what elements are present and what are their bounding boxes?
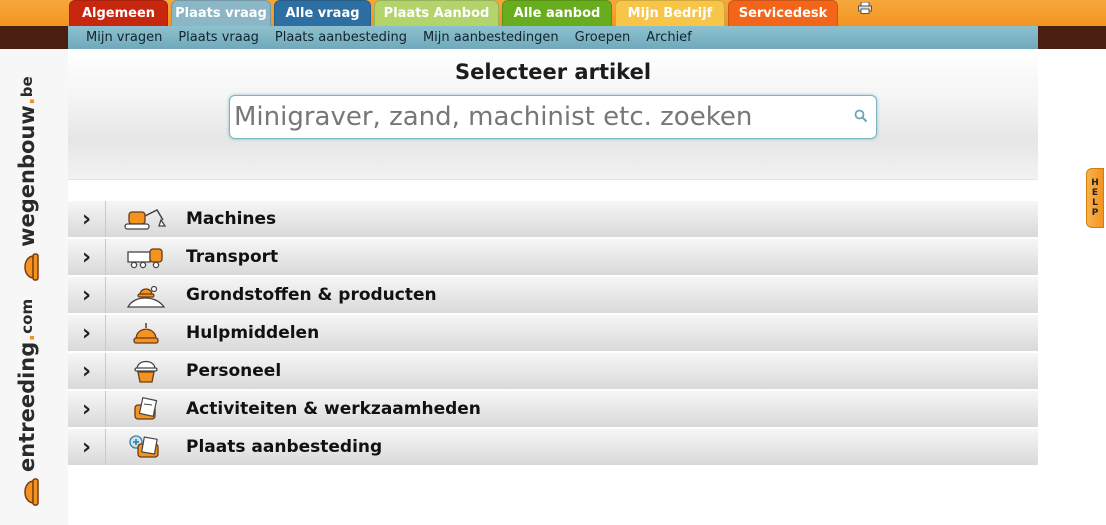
category-label: Personeel [186,361,282,381]
help-letter: E [1091,188,1099,198]
print-icon[interactable] [858,2,872,14]
subnav-mijn-aanbestedingen[interactable]: Mijn aanbestedingen [423,30,559,45]
category-row-personeel[interactable]: › Personeel [68,353,1038,389]
expand-cell[interactable]: › [68,315,106,351]
search-header: Selecteer artikel [68,49,1038,180]
helmet-logo-icon-2 [14,253,40,281]
chevron-right-icon: › [81,244,92,270]
category-label: Hulpmiddelen [186,323,320,343]
tab-servicedesk[interactable]: Servicedesk [728,0,838,26]
subnav-groepen[interactable]: Groepen [575,30,631,45]
chevron-right-icon: › [81,396,92,422]
category-label: Activiteiten & werkzaamheden [186,399,481,419]
truck-icon [106,239,186,275]
excavator-icon [106,201,186,237]
tab-plaats-aanbod[interactable]: Plaats Aanbod [374,0,499,26]
main-panel: Selecteer artikel › Machines › Transport › Gr… [68,49,1038,525]
subnav-archief[interactable]: Archief [646,30,692,45]
logo-tld-com: com [18,298,36,334]
help-tab[interactable]: HELP [1086,168,1104,228]
category-row-machines[interactable]: › Machines [68,201,1038,237]
activity-icon [106,391,186,427]
expand-cell[interactable]: › [68,353,106,389]
logo-dot-2: . [15,97,39,106]
tab-algemeen[interactable]: Algemeen [69,0,168,26]
category-row-plaats-aanbesteding[interactable]: › Plaats aanbesteding [68,429,1038,465]
tab-plaats-vraag[interactable]: Plaats vraag [171,0,271,26]
tab-alle-aanbod[interactable]: Alle aanbod [502,0,612,26]
expand-cell[interactable]: › [68,429,106,465]
search-icon[interactable] [854,109,868,123]
page-title: Selecteer artikel [454,60,652,84]
worker-icon [106,353,186,389]
tab-alle-vraag[interactable]: Alle vraag [274,0,371,26]
subnav-plaats-vraag[interactable]: Plaats vraag [178,30,259,45]
tool-icon [106,315,186,351]
expand-cell[interactable]: › [68,277,106,313]
logo-dot: . [15,333,39,342]
logo-tld-be: be [18,76,36,98]
category-label: Plaats aanbesteding [186,437,383,457]
category-row-activiteiten-werkzaamheden[interactable]: › Activiteiten & werkzaamheden [68,391,1038,427]
search-input[interactable] [230,96,840,138]
help-letter: H [1091,178,1099,188]
help-letter: P [1091,208,1099,218]
main-tabs: Algemeen Plaats vraag Alle vraag Plaats Aan… [69,0,841,26]
subnav-mijn-vragen[interactable]: Mijn vragen [86,30,162,45]
expand-cell[interactable]: › [68,201,106,237]
expand-cell[interactable]: › [68,391,106,427]
category-label: Machines [186,209,277,229]
site-logo[interactable]: entreeding. com wegenbouw. be [14,76,40,512]
tender-icon [106,429,186,465]
category-list: › Machines › Transport › Grondstoffen & produ… [68,201,1038,467]
chevron-right-icon: › [81,282,92,308]
tab-mijn-bedrijf[interactable]: Mijn Bedrijf [615,0,725,26]
top-tab-bar: Algemeen Plaats vraag Alle vraag Plaats Aan… [0,0,1106,26]
category-row-grondstoffen-producten[interactable]: › Grondstoffen & producten [68,277,1038,313]
category-row-transport[interactable]: › Transport [68,239,1038,275]
subnav-plaats-aanbesteding[interactable]: Plaats aanbesteding [275,30,407,45]
logo-brand-wegenbouw: wegenbouw [15,105,39,247]
helmet-logo-icon [14,478,40,506]
sand-pile-icon [106,277,186,313]
category-row-hulpmiddelen[interactable]: › Hulpmiddelen [68,315,1038,351]
search-box [229,95,877,139]
logo-brand-entreeding: entreeding [15,341,39,472]
help-letter: L [1092,198,1098,208]
chevron-right-icon: › [81,434,92,460]
category-label: Grondstoffen & producten [186,285,437,305]
chevron-right-icon: › [81,358,92,384]
expand-cell[interactable]: › [68,239,106,275]
sub-navigation: Mijn vragen Plaats vraag Plaats aanbestedi… [68,26,1038,49]
chevron-right-icon: › [81,320,92,346]
chevron-right-icon: › [81,206,92,232]
category-label: Transport [186,247,279,267]
